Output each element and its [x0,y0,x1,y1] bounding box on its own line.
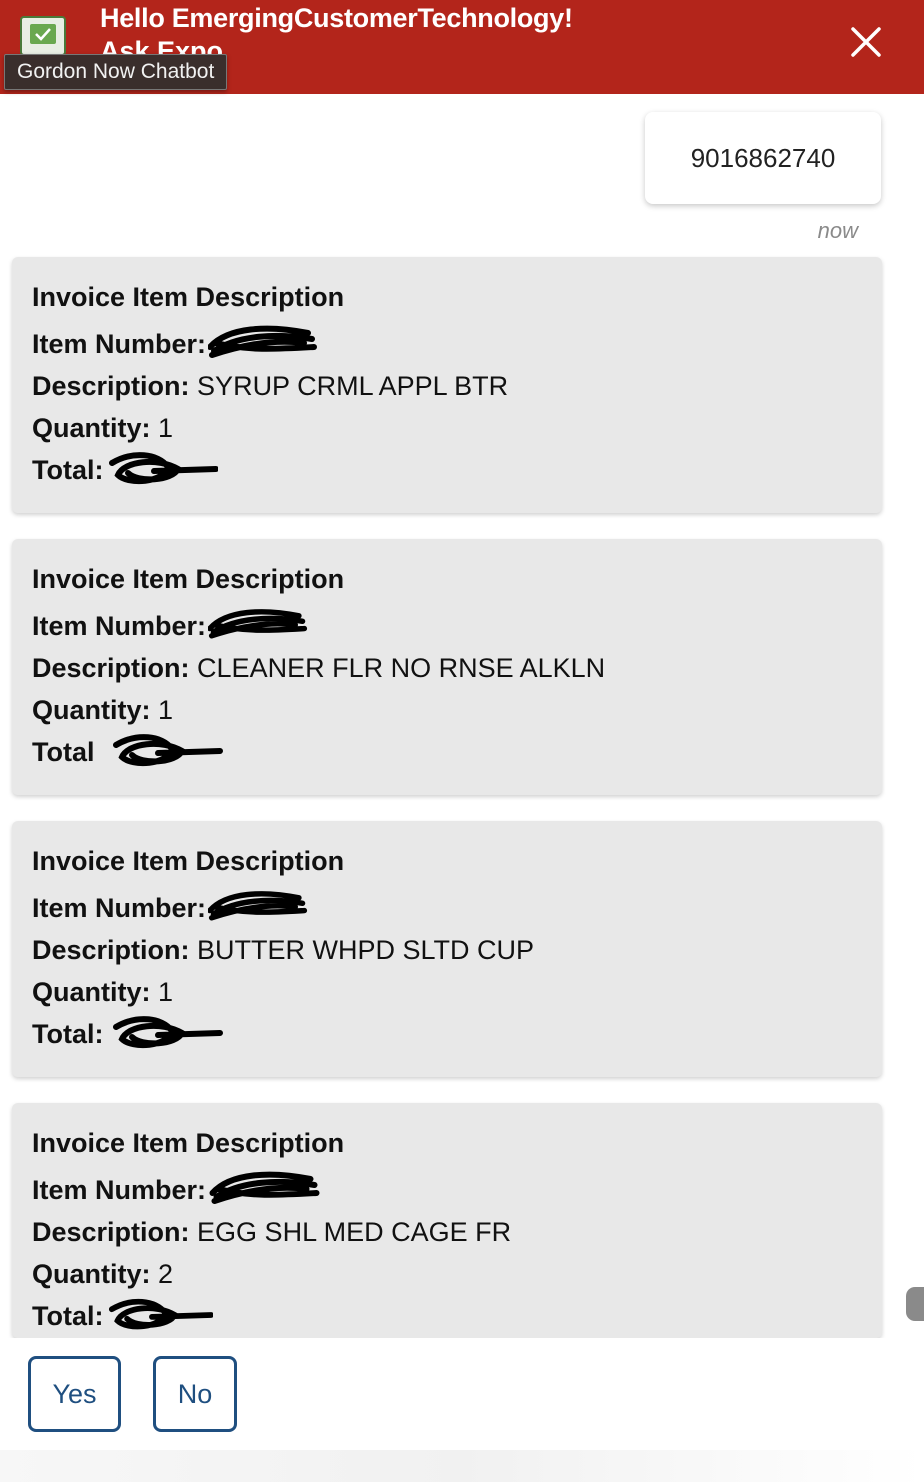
quantity-row: Quantity: 1 [32,405,862,447]
description-label: Description: [32,935,190,965]
quantity-label: Quantity: [32,977,151,1007]
item-number-label: Item Number: [32,611,207,641]
redacted-scribble [208,325,317,358]
redacted-scribble [113,734,223,767]
quantity-value: 1 [158,695,174,725]
user-message-text: 9016862740 [690,143,836,173]
redacted-scribble [108,1298,213,1330]
item-number-label: Item Number: [32,893,207,923]
description-value: BUTTER WHPD SLTD CUP [197,935,535,965]
invoice-item-card: Invoice Item Description Item Number: Desc… [12,257,882,513]
invoice-item-title: Invoice Item Description [32,564,345,594]
header-tooltip: Gordon Now Chatbot [4,54,228,90]
redacted-scribble [109,452,218,485]
total-label: Total: [32,1019,104,1049]
total-label: Total [32,737,95,767]
close-icon[interactable] [848,24,884,60]
redacted-scribble [209,1171,320,1204]
quantity-label: Quantity: [32,413,151,443]
quantity-row: Quantity: 2 [32,1251,862,1293]
reply-area [0,1338,924,1450]
invoice-item-title: Invoice Item Description [32,846,345,876]
invoice-item-title: Invoice Item Description [32,282,345,312]
footer-bar [0,1450,924,1482]
total-label: Total: [32,455,104,485]
description-label: Description: [32,653,190,683]
user-message-bubble: 9016862740 [645,112,881,204]
description-value: SYRUP CRML APPL BTR [197,371,509,401]
redacted-scribble [113,1016,223,1049]
redacted-scribble [208,609,308,639]
invoice-item-card: Invoice Item Description Item Number: Desc… [12,539,882,795]
redacted-scribble [208,891,308,921]
invoice-item-title: Invoice Item Description [32,1128,345,1158]
message-timestamp: now [817,218,858,243]
quantity-row: Quantity: 1 [32,969,862,1011]
description-row: Description: CLEANER FLR NO RNSE ALKLN [32,645,862,687]
description-label: Description: [32,1217,190,1247]
total-row: Total: [32,1011,862,1053]
total-row: Total [32,729,862,771]
quantity-label: Quantity: [32,1259,151,1289]
quantity-value: 1 [158,977,174,1007]
total-row: Total: [32,1293,862,1335]
total-label: Total: [32,1301,104,1331]
item-number-row: Item Number: [32,1167,862,1209]
invoice-item-card: Invoice Item Description Item Number: Desc… [12,1103,882,1338]
description-row: Description: BUTTER WHPD SLTD CUP [32,927,862,969]
item-number-row: Item Number: [32,603,862,645]
item-number-row: Item Number: [32,885,862,927]
item-number-label: Item Number: [32,1175,207,1205]
checkbox-icon [20,16,66,56]
yes-button[interactable]: Yes [28,1356,121,1432]
greeting-title: Hello EmergingCustomerTechnology! [100,3,573,33]
description-row: Description: SYRUP CRML APPL BTR [32,363,862,405]
quantity-value: 1 [158,413,174,443]
quantity-row: Quantity: 1 [32,687,862,729]
scrollbar-thumb[interactable] [906,1287,924,1321]
invoice-item-card: Invoice Item Description Item Number: Desc… [12,821,882,1077]
quantity-label: Quantity: [32,695,151,725]
item-number-row: Item Number: [32,321,862,363]
total-row: Total: [32,447,862,489]
item-number-label: Item Number: [32,329,207,359]
description-value: EGG SHL MED CAGE FR [197,1217,512,1247]
description-value: CLEANER FLR NO RNSE ALKLN [197,653,606,683]
quantity-value: 2 [158,1259,174,1289]
no-button[interactable]: No [153,1356,237,1432]
description-row: Description: EGG SHL MED CAGE FR [32,1209,862,1251]
description-label: Description: [32,371,190,401]
